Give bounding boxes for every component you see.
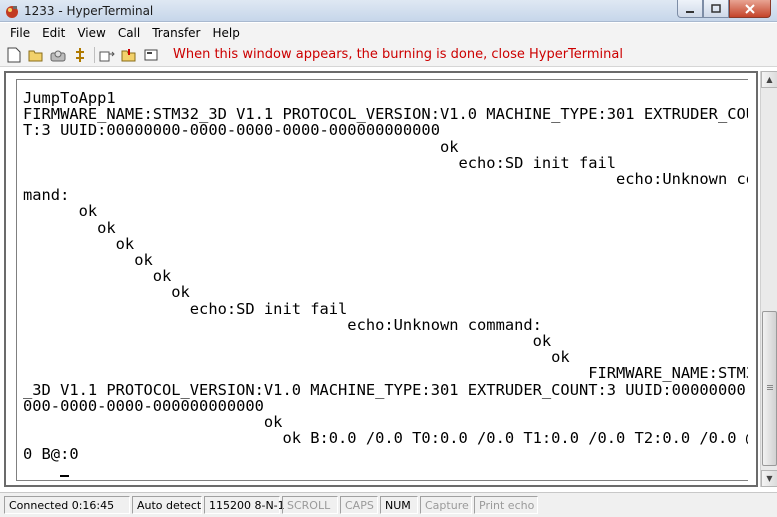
status-detect: Auto detect <box>132 496 202 514</box>
status-bar: Connected 0:16:45 Auto detect 115200 8-N… <box>0 492 777 517</box>
terminal-cursor <box>23 463 748 479</box>
status-caps: CAPS <box>340 496 378 514</box>
close-icon[interactable] <box>729 0 771 18</box>
status-capture: Capture <box>420 496 472 514</box>
terminal-line: ok <box>23 348 570 367</box>
toolbar: When this window appears, the burning is… <box>0 43 777 67</box>
terminal-line: ok <box>23 202 98 221</box>
terminal-line: FIRMWARE_NAME:STM32 <box>23 364 748 383</box>
terminal-line: ok <box>23 332 552 351</box>
terminal-line: mand: <box>23 186 70 205</box>
terminal-line: FIRMWARE_NAME:STM32_3D V1.1 PROTOCOL_VER… <box>23 105 748 124</box>
scroll-thumb[interactable] <box>762 311 777 466</box>
terminal-line: 000-0000-0000-000000000000 <box>23 396 264 415</box>
disconnect-icon[interactable] <box>72 47 88 63</box>
maximize-icon[interactable] <box>703 0 729 18</box>
grip-icon <box>767 385 773 386</box>
terminal-line: 0 B@:0 <box>23 445 79 464</box>
terminal-line: T:3 UUID:00000000-0000-0000-0000-0000000… <box>23 121 440 140</box>
menu-view[interactable]: View <box>71 26 111 40</box>
menu-call[interactable]: Call <box>112 26 146 40</box>
scroll-down-icon[interactable]: ▼ <box>761 470 777 487</box>
terminal-line: _3D V1.1 PROTOCOL_VERSION:V1.0 MACHINE_T… <box>23 380 748 399</box>
toolbar-message: When this window appears, the burning is… <box>173 47 623 62</box>
menu-file[interactable]: File <box>4 26 36 40</box>
receive-icon[interactable] <box>121 47 137 63</box>
status-connected: Connected 0:16:45 <box>4 496 130 514</box>
terminal-line: ok <box>23 413 283 432</box>
menu-edit[interactable]: Edit <box>36 26 71 40</box>
title-bar: 1233 - HyperTerminal <box>0 0 777 22</box>
status-port: 115200 8-N-1 <box>204 496 285 514</box>
terminal-line: echo:SD init fail <box>23 153 617 172</box>
terminal-line: ok <box>23 283 190 302</box>
terminal-line: ok <box>23 234 135 253</box>
terminal-line: ok <box>23 137 459 156</box>
terminal-line: echo:SD init fail <box>23 299 348 318</box>
call-icon[interactable] <box>50 47 66 63</box>
window-title: 1233 - HyperTerminal <box>24 4 154 18</box>
open-icon[interactable] <box>28 47 44 63</box>
terminal-area[interactable]: JumpToApp1 FIRMWARE_NAME:STM32_3D V1.1 PR… <box>16 79 748 481</box>
scroll-up-icon[interactable]: ▲ <box>761 71 777 88</box>
vertical-scrollbar[interactable]: ▲ ▼ <box>760 71 777 487</box>
terminal-line: ok <box>23 267 172 286</box>
terminal-line: echo:Unknown com <box>23 170 748 189</box>
minimize-icon[interactable] <box>677 0 703 18</box>
status-num: NUM <box>380 496 418 514</box>
menu-transfer[interactable]: Transfer <box>146 26 206 40</box>
terminal-line: echo:Unknown command: <box>23 315 542 334</box>
menu-help[interactable]: Help <box>207 26 246 40</box>
terminal-frame: JumpToApp1 FIRMWARE_NAME:STM32_3D V1.1 PR… <box>4 71 758 487</box>
window-controls <box>677 0 771 18</box>
new-icon[interactable] <box>6 47 22 63</box>
hyperterminal-app-icon[interactable] <box>4 3 20 19</box>
terminal-line: ok B:0.0 /0.0 T0:0.0 /0.0 T1:0.0 /0.0 T2… <box>23 429 748 448</box>
toolbar-separator <box>94 46 95 63</box>
terminal-line: ok <box>23 251 153 270</box>
status-print-echo: Print echo <box>474 496 538 514</box>
terminal-line: JumpToApp1 <box>23 89 116 107</box>
properties-icon[interactable] <box>143 47 159 63</box>
send-icon[interactable] <box>99 47 115 63</box>
terminal-line: ok <box>23 218 116 237</box>
terminal-output: JumpToApp1 FIRMWARE_NAME:STM32_3D V1.1 PR… <box>23 90 748 479</box>
status-scroll: SCROLL <box>282 496 338 514</box>
menu-bar: File Edit View Call Transfer Help <box>0 23 777 43</box>
